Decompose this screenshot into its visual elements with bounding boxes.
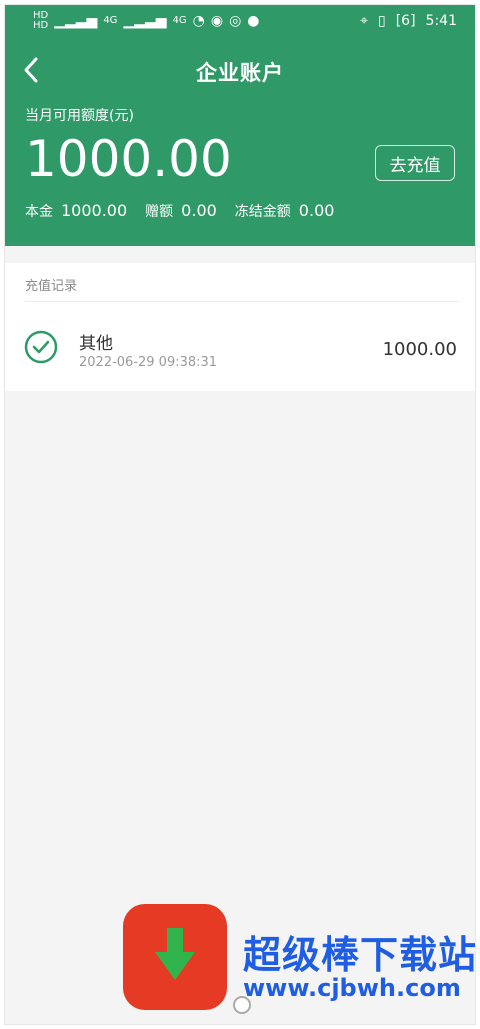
- available-limit-label: 当月可用额度(元): [25, 108, 134, 124]
- page-title: 企业账户: [196, 61, 284, 85]
- hd-badge-2: HD: [33, 20, 49, 31]
- wechat-icon: ◎: [229, 13, 242, 29]
- watermark-url: www.cjbwh.com: [243, 974, 461, 1002]
- status-time: 5:41: [425, 13, 457, 29]
- principal-summary: 本金 1000.00: [25, 201, 127, 221]
- signal-icon-1: ▁▂▃▅: [54, 13, 98, 29]
- account-header: HD HD ▁▂▃▅ 4G ▁▂▃▅ 4G ◔ ◉ ◎ ● ⌖ ▯ [6] 5:…: [5, 5, 475, 246]
- network-badges: HD HD: [33, 11, 48, 31]
- location-icon: ⌖: [360, 13, 368, 29]
- download-arrow-icon: [155, 928, 195, 980]
- site-watermark: 超级棒下载站 www.cjbwh.com: [123, 904, 476, 1014]
- status-left: HD HD ▁▂▃▅ 4G ▁▂▃▅ 4G ◔ ◉ ◎ ●: [33, 11, 260, 31]
- record-amount: 1000.00: [382, 339, 457, 360]
- navigation-bar: 企业账户: [5, 45, 475, 95]
- record-time: 2022-06-29 09:38:31: [79, 355, 218, 370]
- recharge-button[interactable]: 去充值: [375, 145, 455, 181]
- recharge-records-title: 充值记录: [25, 279, 78, 294]
- available-amount: 1000.00: [25, 130, 232, 188]
- battery-icon: [6]: [395, 13, 416, 29]
- watermark-logo: [123, 904, 227, 1010]
- vibrate-icon: ▯: [377, 13, 386, 29]
- principal-value: 1000.00: [61, 201, 128, 220]
- bonus-label: 赠额: [145, 204, 174, 220]
- recharge-records-card: 充值记录 其他 2022-06-29 09:38:31 1000.00: [5, 263, 475, 391]
- status-right: ⌖ ▯ [6] 5:41: [360, 13, 457, 29]
- bonus-value: 0.00: [181, 201, 217, 220]
- signal-label-2: 4G: [172, 15, 187, 26]
- check-circle-icon: [24, 330, 58, 364]
- bonus-summary: 赠额 0.00: [145, 201, 217, 221]
- message-icon: ●: [247, 13, 260, 29]
- watermark-text: 超级棒下载站: [243, 933, 476, 977]
- app-icon: ◉: [210, 13, 224, 29]
- home-indicator[interactable]: [233, 996, 251, 1014]
- signal-icon-2: ▁▂▃▅: [123, 13, 167, 29]
- recharge-record-row[interactable]: 其他 2022-06-29 09:38:31 1000.00: [5, 315, 475, 381]
- wifi-icon: ◔: [192, 13, 205, 29]
- status-bar: HD HD ▁▂▃▅ 4G ▁▂▃▅ 4G ◔ ◉ ◎ ● ⌖ ▯ [6] 5:…: [5, 5, 475, 41]
- frozen-summary: 冻结金额 0.00: [235, 201, 335, 221]
- app-frame: HD HD ▁▂▃▅ 4G ▁▂▃▅ 4G ◔ ◉ ◎ ● ⌖ ▯ [6] 5:…: [4, 4, 476, 1025]
- records-divider: [25, 301, 459, 302]
- account-summary: 本金 1000.00 赠额 0.00 冻结金额 0.00: [25, 201, 334, 221]
- frozen-label: 冻结金额: [234, 204, 291, 220]
- frozen-value: 0.00: [298, 201, 335, 220]
- record-name: 其他: [79, 334, 113, 354]
- principal-label: 本金: [25, 204, 53, 220]
- signal-label-1: 4G: [103, 15, 118, 26]
